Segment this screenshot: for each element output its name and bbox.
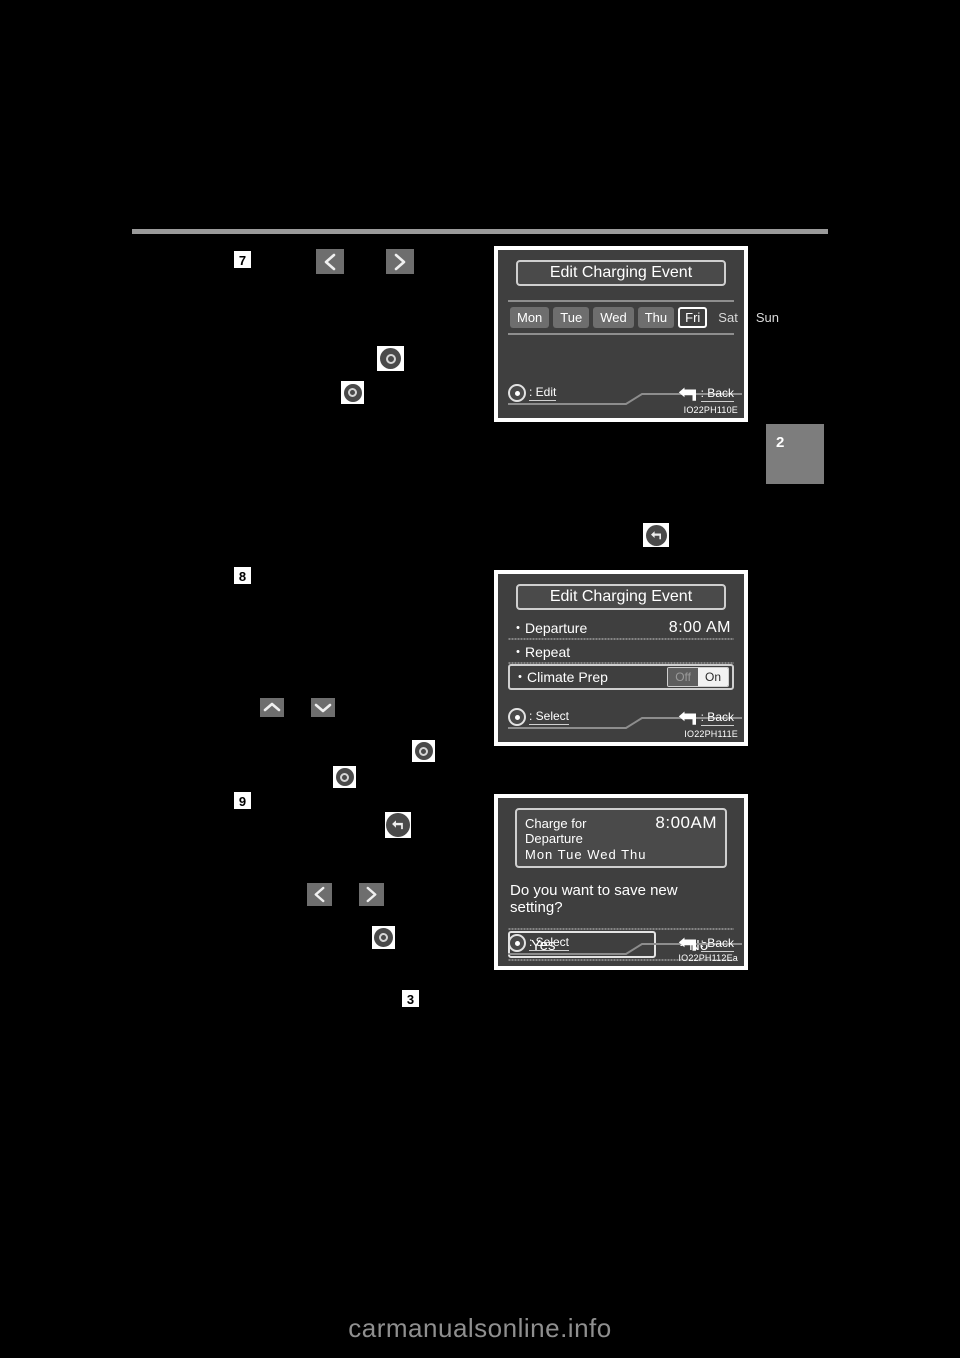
header-rule — [132, 229, 828, 234]
chapter-tab: 2 — [766, 424, 824, 484]
day-wed[interactable]: Wed — [593, 307, 634, 328]
confirm-header-days: Mon Tue Wed Thu — [525, 847, 647, 862]
day-fri[interactable]: Fri — [678, 307, 708, 328]
figure-code: IO22PH111E — [684, 729, 738, 739]
toggle-on[interactable]: On — [697, 668, 728, 686]
chevron-right-icon — [359, 883, 384, 906]
back-arrow-icon — [678, 937, 696, 951]
confirm-header-time: 8:00AM — [655, 813, 717, 832]
device-screen: Charge for Departure 8:00AM Mon Tue Wed … — [498, 798, 744, 966]
hint-select: : Edit — [508, 384, 557, 402]
figure-save-new-setting-confirm: Charge for Departure 8:00AM Mon Tue Wed … — [494, 794, 748, 970]
screen-title: Edit Charging Event — [516, 584, 726, 610]
hint-left-label: : Edit — [529, 385, 557, 401]
hint-select: : Select — [508, 708, 570, 726]
enter-knob-icon — [508, 708, 526, 726]
day-thu[interactable]: Thu — [637, 307, 675, 328]
step-marker-3: 3 — [401, 989, 420, 1008]
chevron-down-icon — [311, 698, 335, 717]
chevron-up-icon — [260, 698, 284, 717]
device-screen: Edit Charging Event ・Departure 8:00 AM ・… — [498, 574, 744, 742]
hint-right-label: : Back — [700, 710, 734, 726]
row-repeat-label: ・Repeat — [511, 644, 571, 660]
back-arrow-icon — [678, 387, 696, 401]
figure-code: IO22PH112Ea — [678, 953, 738, 963]
device-screen: Edit Charging Event Mon Tue Wed Thu Fri … — [498, 250, 779, 418]
screen-title: Edit Charging Event — [516, 260, 726, 286]
toggle-off[interactable]: Off — [668, 668, 698, 686]
enter-knob-icon — [333, 766, 356, 788]
chevron-left-icon — [307, 883, 332, 906]
back-arrow-icon — [643, 523, 669, 547]
chapter-number: 2 — [776, 434, 785, 451]
enter-knob-icon — [372, 926, 395, 949]
hint-right-label: : Back — [700, 936, 734, 952]
confirm-question: Do you want to save new setting? — [510, 882, 678, 916]
row-repeat[interactable]: ・Repeat — [508, 640, 734, 664]
enter-knob-icon — [377, 346, 404, 371]
figure-code: IO22PH110E — [683, 405, 738, 415]
settings-list: ・Departure 8:00 AM ・Repeat ・Climate Prep… — [508, 616, 734, 694]
enter-knob-icon — [508, 934, 526, 952]
hint-left-label: : Select — [529, 935, 570, 951]
day-selector[interactable]: Mon Tue Wed Thu Fri Sat Sun — [508, 300, 779, 335]
day-mon[interactable]: Mon — [510, 307, 550, 328]
chevron-left-icon — [316, 249, 344, 274]
manual-page: 2 7 8 9 3 Edit Charging Event Mon Tue We… — [0, 0, 960, 1358]
back-arrow-icon — [385, 812, 411, 838]
figure-edit-charging-event-days: Edit Charging Event Mon Tue Wed Thu Fri … — [494, 246, 779, 422]
hint-select: : Select — [508, 934, 570, 952]
row-departure[interactable]: ・Departure 8:00 AM — [508, 616, 734, 640]
step-marker-9: 9 — [233, 791, 252, 810]
enter-knob-icon — [341, 381, 364, 404]
row-climate-prep-label: ・Climate Prep — [513, 669, 608, 685]
hint-right-label: : Back — [700, 386, 734, 402]
chevron-right-icon — [386, 249, 414, 274]
hint-left-label: : Select — [529, 709, 570, 725]
day-sat[interactable]: Sat — [711, 307, 745, 328]
enter-knob-icon — [412, 740, 435, 762]
confirm-header: Charge for Departure 8:00AM Mon Tue Wed … — [515, 808, 727, 868]
enter-knob-icon — [508, 384, 526, 402]
hint-back: : Back — [678, 710, 734, 726]
row-departure-value: 8:00 AM — [668, 619, 731, 636]
hint-back: : Back — [678, 936, 734, 952]
day-tue[interactable]: Tue — [553, 307, 590, 328]
day-sun[interactable]: Sun — [749, 307, 786, 328]
climate-prep-toggle[interactable]: Off On — [667, 667, 729, 687]
step-marker-7: 7 — [233, 250, 252, 269]
step-marker-8: 8 — [233, 566, 252, 585]
hint-back: : Back — [678, 386, 734, 402]
confirm-header-label: Charge for Departure — [525, 816, 587, 846]
watermark: carmanualsonline.info — [348, 1313, 612, 1343]
back-arrow-icon — [678, 711, 696, 725]
figure-edit-charging-event-list: Edit Charging Event ・Departure 8:00 AM ・… — [494, 570, 748, 746]
row-climate-prep[interactable]: ・Climate Prep Off On — [508, 664, 734, 690]
hint-bar: : Select : Back — [508, 704, 742, 729]
hint-bar: : Select : Back — [508, 930, 742, 955]
hint-bar: : Edit : Back — [508, 380, 742, 405]
row-departure-label: ・Departure — [511, 620, 588, 636]
